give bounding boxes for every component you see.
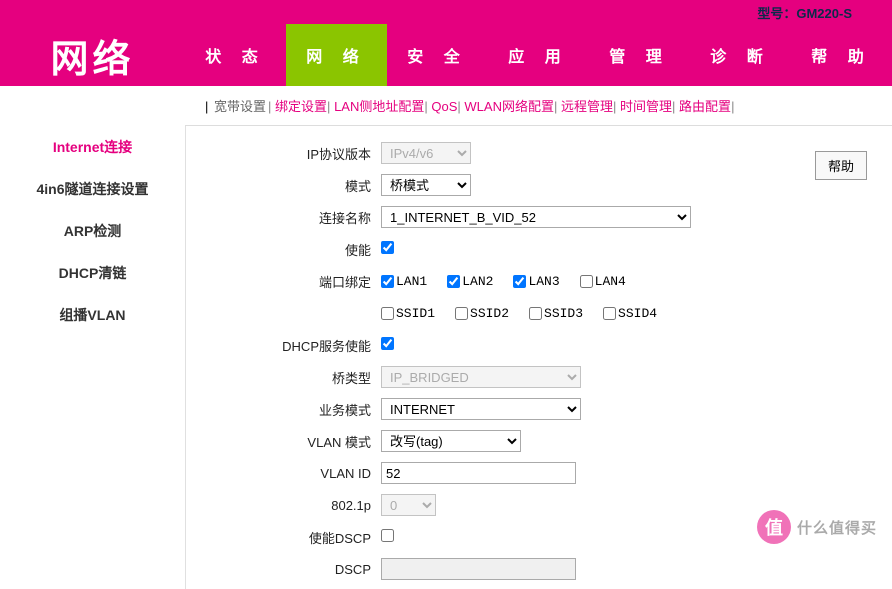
top-bar: 型号：GM220-S	[0, 0, 892, 24]
watermark-text: 什么值得买	[797, 517, 877, 538]
select-vlan-mode[interactable]: 改写(tag)	[381, 430, 521, 452]
label-service-mode: 业务模式	[206, 400, 381, 419]
input-dscp	[381, 558, 576, 580]
header: 网络 状 态 网 络 安 全 应 用 管 理 诊 断 帮 助	[0, 24, 892, 86]
input-vlan-id[interactable]	[381, 462, 576, 484]
port-ssid4[interactable]: SSID4	[603, 306, 657, 321]
logo: 网络	[0, 24, 185, 86]
subnav-qos[interactable]: QoS	[431, 99, 457, 114]
label-ip-version: IP协议版本	[206, 144, 381, 163]
main-nav: 状 态 网 络 安 全 应 用 管 理 诊 断 帮 助	[185, 24, 892, 86]
sidebar-dhcp[interactable]: DHCP清链	[0, 252, 185, 294]
select-conn-name[interactable]: 1_INTERNET_B_VID_52	[381, 206, 691, 228]
label-bridge-type: 桥类型	[206, 368, 381, 387]
nav-status[interactable]: 状 态	[185, 24, 286, 86]
nav-network[interactable]: 网 络	[286, 24, 387, 86]
select-bridge-type: IP_BRIDGED	[381, 366, 581, 388]
subnav-remote[interactable]: 远程管理	[561, 99, 613, 114]
nav-security[interactable]: 安 全	[387, 24, 488, 86]
select-ip-version: IPv4/v6	[381, 142, 471, 164]
nav-management[interactable]: 管 理	[589, 24, 690, 86]
checkbox-enable-dscp[interactable]	[381, 529, 394, 542]
nav-help[interactable]: 帮 助	[791, 24, 892, 86]
sidebar-arp[interactable]: ARP检测	[0, 210, 185, 252]
port-ssid3[interactable]: SSID3	[529, 306, 583, 321]
subnav-broadband[interactable]: 宽带设置	[212, 99, 268, 114]
watermark: 值 什么值得买	[757, 510, 877, 544]
checkbox-enable[interactable]	[381, 241, 394, 254]
label-8021p: 802.1p	[206, 498, 381, 513]
sub-nav: | 宽带设置| 绑定设置| LAN侧地址配置| QoS| WLAN网络配置| 远…	[185, 86, 892, 126]
sidebar: Internet连接 4in6隧道连接设置 ARP检测 DHCP清链 组播VLA…	[0, 126, 185, 589]
label-port-bind: 端口绑定	[206, 272, 381, 291]
model-label: 型号：GM220-S	[757, 3, 852, 22]
subnav-route[interactable]: 路由配置	[679, 99, 731, 114]
port-ssid2[interactable]: SSID2	[455, 306, 509, 321]
watermark-icon: 值	[757, 510, 791, 544]
port-lan3[interactable]: LAN3	[513, 274, 559, 289]
port-lan4[interactable]: LAN4	[580, 274, 626, 289]
label-dhcp-enable: DHCP服务使能	[206, 336, 381, 355]
logo-text: 网络	[50, 28, 134, 83]
port-bind-ssid-group: SSID1 SSID2 SSID3 SSID4	[381, 306, 657, 321]
subnav-wlan[interactable]: WLAN网络配置	[464, 99, 554, 114]
subnav-time[interactable]: 时间管理	[620, 99, 672, 114]
label-conn-name: 连接名称	[206, 208, 381, 227]
nav-application[interactable]: 应 用	[488, 24, 589, 86]
label-dscp: DSCP	[206, 562, 381, 577]
label-enable-dscp: 使能DSCP	[206, 528, 381, 547]
label-vlan-id: VLAN ID	[206, 466, 381, 481]
port-bind-lan-group: LAN1 LAN2 LAN3 LAN4	[381, 274, 626, 289]
help-button[interactable]: 帮助	[815, 151, 867, 180]
port-lan1[interactable]: LAN1	[381, 274, 427, 289]
sidebar-4in6[interactable]: 4in6隧道连接设置	[0, 168, 185, 210]
port-lan2[interactable]: LAN2	[447, 274, 493, 289]
label-vlan-mode: VLAN 模式	[206, 432, 381, 451]
port-ssid1[interactable]: SSID1	[381, 306, 435, 321]
select-mode[interactable]: 桥模式	[381, 174, 471, 196]
select-8021p: 0	[381, 494, 436, 516]
label-enable: 使能	[206, 240, 381, 259]
sidebar-multicast-vlan[interactable]: 组播VLAN	[0, 294, 185, 336]
subnav-binding[interactable]: 绑定设置	[275, 99, 327, 114]
select-service-mode[interactable]: INTERNET	[381, 398, 581, 420]
subnav-lan-addr[interactable]: LAN侧地址配置	[334, 99, 424, 114]
nav-diagnosis[interactable]: 诊 断	[690, 24, 791, 86]
checkbox-dhcp-enable[interactable]	[381, 337, 394, 350]
label-mode: 模式	[206, 176, 381, 195]
sidebar-internet[interactable]: Internet连接	[0, 126, 185, 168]
